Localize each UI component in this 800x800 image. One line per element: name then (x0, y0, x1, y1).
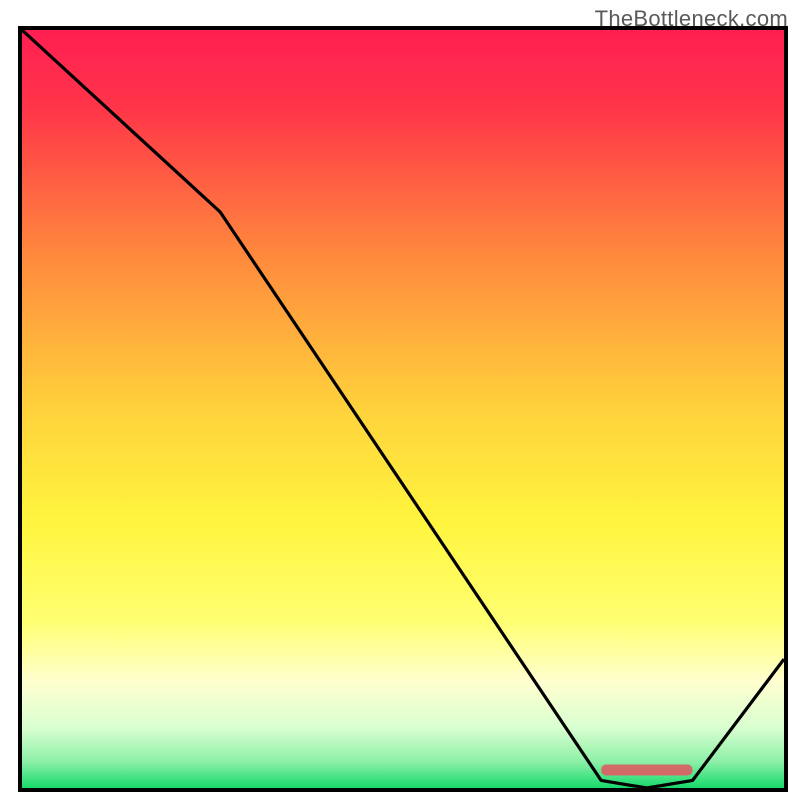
chart-root: TheBottleneck.com (0, 0, 800, 800)
chart-svg (22, 30, 784, 788)
chart-plot-area (22, 30, 784, 788)
chart-frame (18, 26, 788, 792)
watermark-text: TheBottleneck.com (595, 6, 788, 32)
chart-background (22, 30, 784, 788)
optimal-range-marker (601, 765, 692, 776)
